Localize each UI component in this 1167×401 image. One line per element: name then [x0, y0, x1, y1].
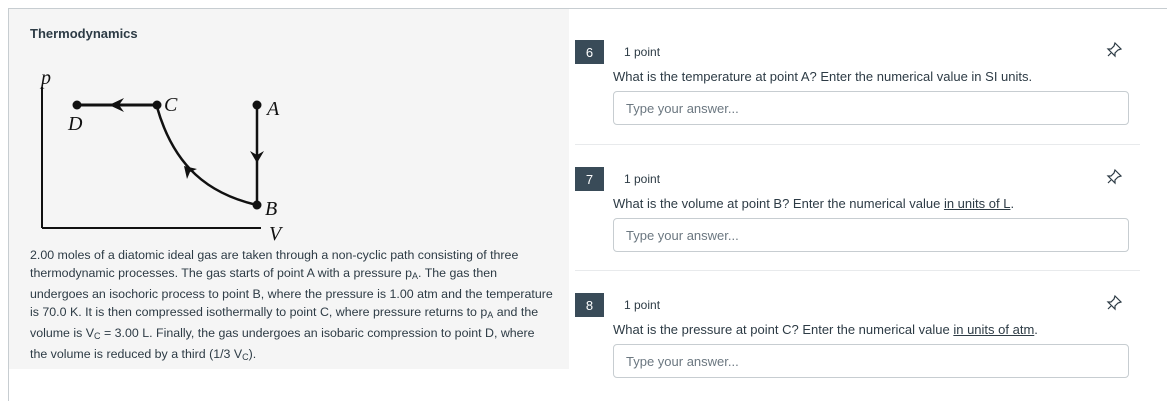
point-c: [152, 100, 162, 110]
point-d: [72, 100, 82, 110]
question-points: 1 point: [624, 298, 661, 312]
question-divider: [575, 144, 1140, 145]
question-prompt: What is the volume at point B? Enter the…: [613, 196, 1015, 211]
section-title: Thermodynamics: [30, 26, 138, 41]
question-number: 8: [575, 293, 604, 317]
answer-input[interactable]: [613, 218, 1129, 252]
units-link[interactable]: in units of atm: [953, 322, 1034, 337]
axis-label-v: V: [269, 223, 284, 245]
pin-icon[interactable]: [1105, 168, 1123, 186]
units-link[interactable]: in units of L: [944, 196, 1011, 211]
point-b: [252, 200, 262, 210]
question-points: 1 point: [624, 172, 661, 186]
question-number: 7: [575, 167, 604, 191]
question-prompt: What is the temperature at point A? Ente…: [613, 69, 1033, 84]
point-a: [252, 100, 262, 110]
label-b: B: [265, 198, 277, 220]
answer-input[interactable]: [613, 91, 1129, 125]
label-d: D: [67, 113, 83, 135]
question-prompt: What is the pressure at point C? Enter t…: [613, 322, 1038, 337]
problem-panel: Thermodynamics p V D C A B 2.00 moles of…: [9, 9, 569, 369]
question-points: 1 point: [624, 45, 661, 59]
path-b-to-c: [155, 106, 258, 207]
problem-statement: 2.00 moles of a diatomic ideal gas are t…: [30, 248, 553, 362]
axis-label-p: p: [39, 67, 51, 89]
pin-icon[interactable]: [1105, 294, 1123, 312]
pv-diagram: p V D C A B: [39, 67, 284, 245]
question-divider: [575, 270, 1140, 271]
label-a: A: [265, 98, 280, 120]
question-number: 6: [575, 40, 604, 64]
pin-icon[interactable]: [1105, 41, 1123, 59]
answer-input[interactable]: [613, 344, 1129, 378]
label-c: C: [164, 94, 178, 116]
